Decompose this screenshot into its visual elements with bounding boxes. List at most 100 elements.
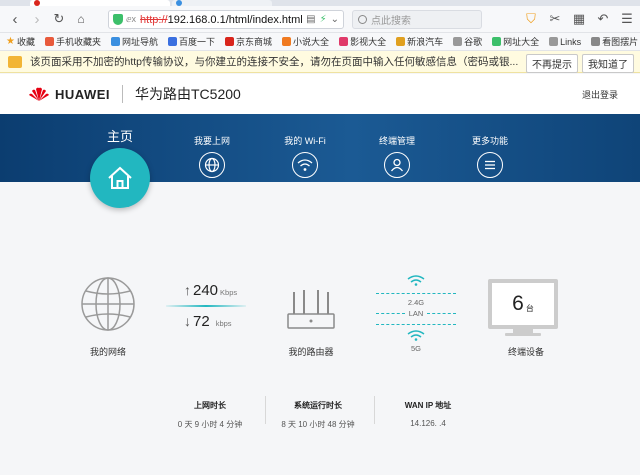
bookmark-label: 看图摆片 xyxy=(602,37,639,47)
search-placeholder: 点此搜索 xyxy=(371,16,411,27)
stat-title: WAN IP 地址 xyxy=(404,401,452,410)
dashboard: 我的网络 ↑ 240 Kbps ↓ 72 kbps 我的路由器 2.4G LAN… xyxy=(0,182,640,475)
wifi-2g-icon xyxy=(407,275,425,286)
security-warning-label: ⅇx xyxy=(126,14,137,24)
bookmark-favicon-icon xyxy=(168,37,178,46)
bookmark-favicon-icon xyxy=(396,37,406,46)
my-network-label: 我的网络 xyxy=(89,347,126,357)
home-icon[interactable]: ⌂ xyxy=(70,8,92,30)
stat-wan-ip: WAN IP 地址 14.126. .4 xyxy=(373,400,483,428)
bookmark-favicon-icon xyxy=(591,37,601,46)
bookmark-item[interactable]: 网址大全 xyxy=(492,35,539,48)
home-icon xyxy=(108,166,132,189)
nav-internet[interactable]: 我要上网 xyxy=(172,134,252,178)
bookmark-item[interactable]: Links xyxy=(549,37,581,47)
shield-badge-icon[interactable]: ⛉ xyxy=(522,10,540,28)
lan-label: LAN xyxy=(408,309,424,318)
globe-icon xyxy=(199,152,225,178)
nav-devices[interactable]: 终端管理 xyxy=(357,134,437,178)
bookmark-favicon-icon xyxy=(492,37,502,46)
bookmark-label: 网址导航 xyxy=(122,37,159,47)
dashed-line xyxy=(376,293,456,294)
no-remind-button[interactable]: 不再提示 xyxy=(526,54,578,73)
bookmark-favicon-icon xyxy=(453,37,463,46)
devices-monitor[interactable]: 6 台 xyxy=(488,279,558,329)
stat-value: 8 天 10 小时 48 分钟 xyxy=(281,420,355,429)
speed-panel: ↑ 240 Kbps ↓ 72 kbps xyxy=(166,282,246,330)
bookmarks-bar: ★ 收藏 手机收藏夹 网址导航 百度一下 京东商城 小说大全 影视大全 新浪汽车 谷歌 网址大全 Li… xyxy=(0,33,640,51)
stat-value: 0 天 9 小时 4 分钟 xyxy=(177,420,243,429)
device-count-unit: 台 xyxy=(525,303,534,313)
my-network-globe-icon[interactable] xyxy=(80,276,136,335)
huawei-flower-icon xyxy=(29,87,49,101)
address-bar[interactable]: ⅇx http:// 192.168.0.1/html/index.html ▤… xyxy=(108,10,344,29)
security-notice-bar: 该页面采用不加密的http传输协议，与你建立的连接不安全，请勿在页面中输入任何敏… xyxy=(0,51,640,73)
bookmark-item[interactable]: 百度一下 xyxy=(168,35,215,48)
nav-home-button[interactable] xyxy=(90,148,150,208)
page-title: 华为路由TC5200 xyxy=(135,86,241,102)
arrow-down-icon: ↓ xyxy=(184,313,191,329)
back-icon[interactable]: ‹ xyxy=(4,8,26,30)
bookmark-favicon-icon xyxy=(282,37,292,46)
scissors-icon[interactable]: ✂ xyxy=(546,10,564,28)
stat-title: 系统运行时长 xyxy=(294,401,342,410)
bookmark-favicon-icon xyxy=(339,37,349,46)
search-input[interactable]: 点此搜索 xyxy=(352,10,482,29)
wifi-5g-icon xyxy=(407,330,425,341)
nav-internet-label: 我要上网 xyxy=(193,136,230,146)
lightning-icon[interactable]: ⚡ xyxy=(320,14,327,25)
router-icon[interactable] xyxy=(286,288,336,333)
wifi-icon xyxy=(292,152,318,178)
bookmark-item[interactable]: 网址导航 xyxy=(111,35,158,48)
bookmark-label: 新浪汽车 xyxy=(407,37,444,47)
device-count: 6 xyxy=(512,292,524,315)
undo-icon[interactable]: ↶ xyxy=(594,10,612,28)
grid-icon[interactable]: ▦ xyxy=(570,10,588,28)
dashed-line xyxy=(376,324,456,325)
stat-online-time: 上网时长 0 天 9 小时 4 分钟 xyxy=(155,400,265,430)
monitor-base xyxy=(505,333,541,336)
header-divider xyxy=(122,85,123,103)
bookmark-item[interactable]: 新浪汽车 xyxy=(396,35,443,48)
bookmark-item[interactable]: 京东商城 xyxy=(225,35,272,48)
wifi-status[interactable]: 2.4G LAN 5G xyxy=(376,274,456,353)
bookmark-label: 百度一下 xyxy=(179,37,216,47)
wifi-band-5g: 5G xyxy=(410,344,421,353)
bookmark-item[interactable]: 看图摆片 xyxy=(591,35,638,48)
security-message: 该页面采用不加密的http传输协议，与你建立的连接不安全，请勿在页面中输入任何敏… xyxy=(30,56,519,68)
my-router-label: 我的路由器 xyxy=(288,347,334,357)
refresh-icon[interactable]: ↻ xyxy=(48,8,70,30)
speed-divider xyxy=(166,305,246,307)
forward-icon[interactable]: › xyxy=(26,8,48,30)
dashed-line xyxy=(427,313,456,314)
warning-icon xyxy=(8,55,22,68)
page-header: HUAWEI 华为路由TC5200 退出登录 xyxy=(0,74,640,114)
upload-unit: Kbps xyxy=(220,288,238,297)
stat-uptime: 系统运行时长 8 天 10 小时 48 分钟 xyxy=(263,400,373,430)
nav-more[interactable]: 更多功能 xyxy=(450,134,530,178)
bookmark-item[interactable]: 影视大全 xyxy=(339,35,386,48)
page-icon[interactable]: ▤ xyxy=(306,14,315,25)
bookmark-favicon-icon xyxy=(111,37,120,46)
bookmark-favicon-icon xyxy=(549,37,559,46)
bookmark-item[interactable]: ★ 收藏 xyxy=(6,35,35,48)
logout-link[interactable]: 退出登录 xyxy=(582,88,618,101)
bookmark-label: 谷歌 xyxy=(464,37,483,47)
shield-icon xyxy=(113,14,123,25)
bookmark-item[interactable]: 手机收藏夹 xyxy=(44,35,101,48)
nav-home-label[interactable]: 主页 xyxy=(80,126,160,145)
bookmark-item[interactable]: 谷歌 xyxy=(453,35,482,48)
stat-title: 上网时长 xyxy=(194,401,226,410)
huawei-logo: HUAWEI xyxy=(28,86,110,102)
chevron-down-icon[interactable]: ⌄ xyxy=(331,14,339,25)
upload-speed: 240 xyxy=(193,282,219,299)
menu-icon[interactable]: ☰ xyxy=(618,10,636,28)
bookmark-label: Links xyxy=(560,36,582,47)
bookmark-label: 手机收藏夹 xyxy=(55,37,101,47)
got-it-button[interactable]: 我知道了 xyxy=(582,54,634,73)
nav-wifi[interactable]: 我的 Wi-Fi xyxy=(265,134,345,178)
nav-wifi-label: 我的 Wi-Fi xyxy=(284,136,326,146)
bookmark-item[interactable]: 小说大全 xyxy=(282,35,329,48)
wifi-band-2g: 2.4G xyxy=(407,298,425,307)
user-icon xyxy=(384,152,410,178)
